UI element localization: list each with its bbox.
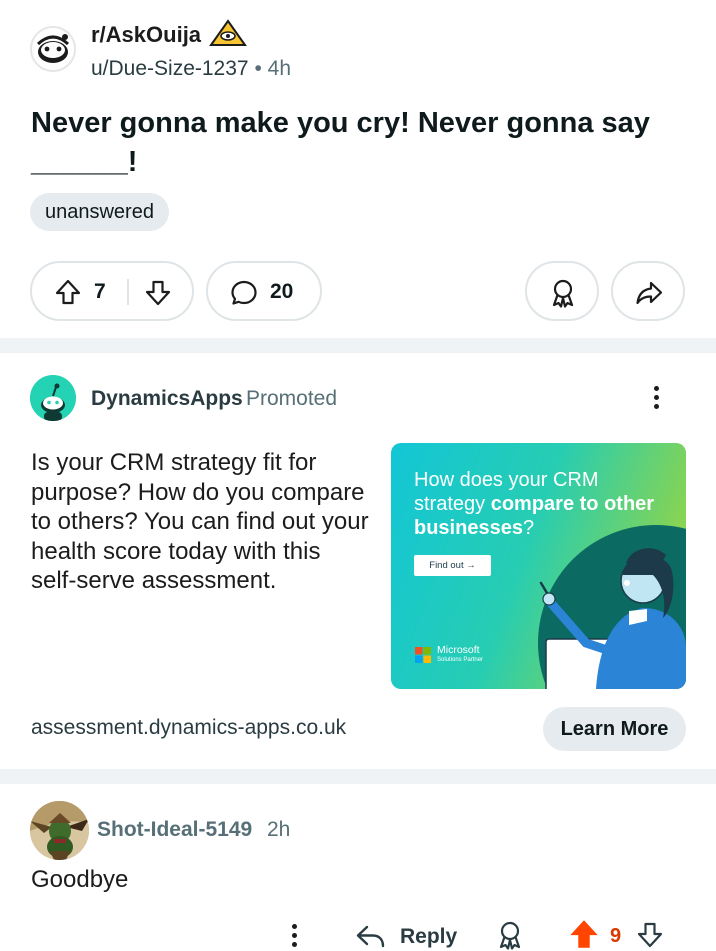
downvote-icon[interactable] [144, 279, 172, 307]
character-avatar-icon [30, 801, 89, 860]
upvote-icon[interactable] [54, 278, 82, 306]
ad-more-options-icon[interactable] [648, 383, 664, 413]
ms-partner-label: Microsoft Solutions Partner [437, 644, 484, 664]
advertiser-name[interactable]: DynamicsApps [91, 387, 243, 411]
comment-icon [231, 280, 257, 305]
post-meta: u/Due-Size-1237 • 4h [91, 57, 291, 81]
post-score: 7 [94, 280, 106, 303]
commenter-avatar[interactable] [30, 801, 89, 860]
snoo-avatar-icon [30, 375, 76, 421]
ad-text[interactable]: Is your CRM strategy fit for purpose? Ho… [31, 448, 371, 596]
microsoft-logo-icon [415, 647, 431, 663]
award-icon [552, 279, 574, 308]
subreddit-name[interactable]: r/AskOuija [91, 22, 201, 48]
comments-button[interactable]: 20 [206, 261, 322, 321]
comment-upvote-icon[interactable] [568, 918, 600, 950]
reply-button[interactable]: Reply [400, 925, 457, 949]
advertiser-avatar[interactable] [30, 375, 76, 421]
ad-image[interactable]: How does your CRM strategy compare to ot… [391, 443, 686, 689]
section-divider [0, 769, 716, 784]
section-divider [0, 338, 716, 353]
post-title[interactable]: Never gonna make you cry! Never gonna sa… [31, 104, 671, 182]
pyramid-eye-icon [209, 19, 247, 46]
comment-text[interactable]: Goodbye [31, 866, 128, 894]
vote-divider [127, 279, 129, 305]
meta-separator: • [254, 57, 262, 80]
ouija-snoo-avatar-icon [32, 28, 74, 70]
learn-more-button[interactable]: Learn More [543, 707, 686, 751]
award-button[interactable] [525, 261, 599, 321]
comment-author[interactable]: Shot-Ideal-5149 [97, 818, 252, 842]
subreddit-avatar[interactable] [30, 26, 76, 72]
vote-control: 7 [30, 261, 194, 321]
post-flair[interactable]: unanswered [30, 193, 169, 231]
promoted-label: Promoted [246, 387, 338, 410]
comment-score: 9 [610, 925, 622, 947]
ad-url[interactable]: assessment.dynamics-apps.co.uk [31, 716, 346, 740]
comment-downvote-icon[interactable] [636, 920, 664, 950]
comment-more-icon[interactable] [287, 922, 301, 951]
post-author[interactable]: u/Due-Size-1237 [91, 57, 249, 80]
ad-illustration [538, 525, 686, 689]
comment-count: 20 [270, 280, 294, 303]
post-age: 4h [267, 57, 291, 80]
comment-award-icon[interactable] [496, 920, 524, 951]
share-button[interactable] [611, 261, 685, 321]
reply-icon[interactable] [355, 922, 387, 951]
comment-age: 2h [267, 818, 291, 841]
post-card: r/AskOuija u/Due-Size-1237 • 4h Never go… [0, 0, 716, 338]
share-icon [636, 281, 663, 305]
